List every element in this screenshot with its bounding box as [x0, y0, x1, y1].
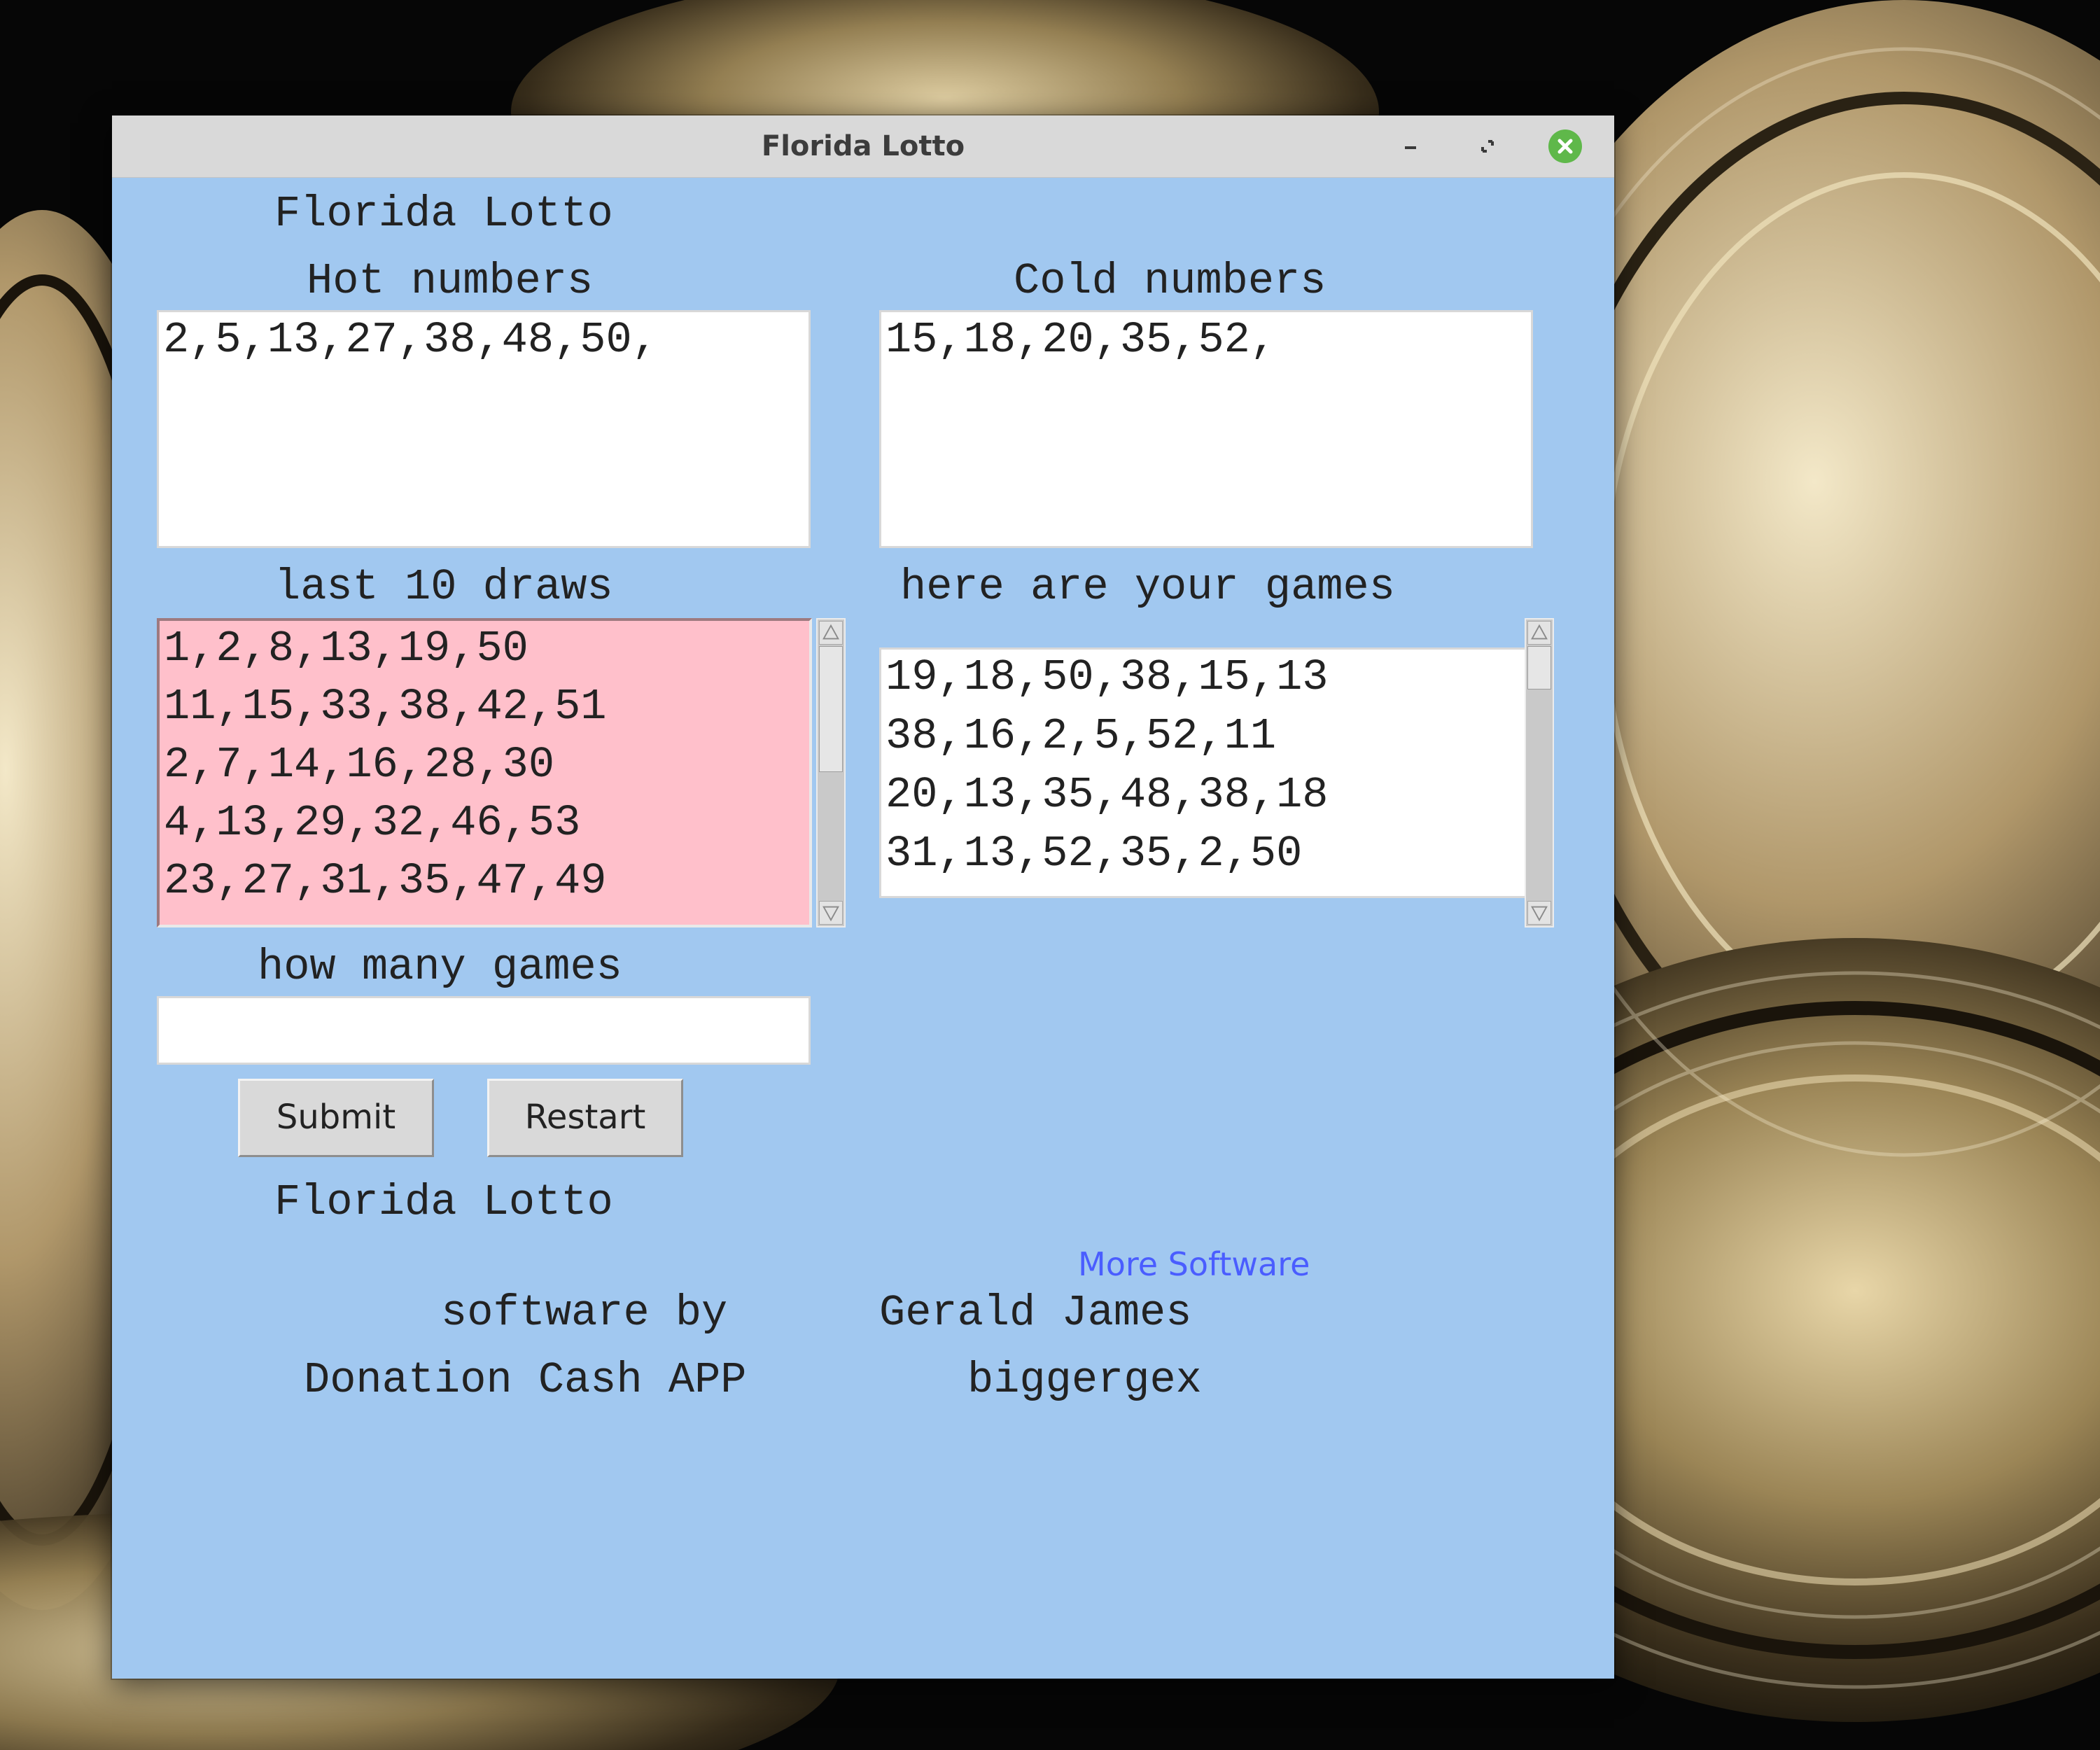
your-games-list[interactable]: 19,18,50,38,15,13 38,16,2,5,52,11 20,13,…	[879, 648, 1537, 898]
scroll-up-icon[interactable]	[1527, 621, 1551, 645]
title-bar[interactable]: Florida Lotto	[112, 115, 1614, 178]
scroll-down-icon[interactable]	[819, 901, 843, 925]
list-item: 23,27,31,35,47,49	[164, 856, 607, 906]
window-title: Florida Lotto	[761, 130, 965, 162]
your-games-label: here are your games	[900, 562, 1395, 612]
hot-numbers-value: 2,5,13,27,38,48,50,	[163, 315, 658, 365]
submit-button[interactable]: Submit	[238, 1079, 434, 1157]
app-heading: Florida Lotto	[274, 189, 613, 239]
list-item: 11,15,33,38,42,51	[164, 682, 607, 732]
how-many-games-label: how many games	[258, 942, 622, 992]
footer-title: Florida Lotto	[274, 1177, 613, 1227]
credit-name: Gerald James	[879, 1288, 1192, 1338]
scroll-down-icon[interactable]	[1527, 901, 1551, 925]
list-item: 19,18,50,38,15,13	[886, 652, 1329, 702]
minimize-icon[interactable]	[1393, 129, 1428, 164]
close-icon[interactable]	[1548, 129, 1583, 164]
credit-prefix: software by	[441, 1288, 728, 1338]
scroll-up-icon[interactable]	[819, 621, 843, 645]
list-item: 4,13,29,32,46,53	[164, 798, 581, 848]
donation-prefix: Donation Cash APP	[304, 1355, 747, 1405]
draws-scrollbar[interactable]	[816, 618, 846, 927]
games-scrollbar[interactable]	[1525, 618, 1554, 927]
last-draws-label: last 10 draws	[274, 562, 613, 612]
list-item: 38,16,2,5,52,11	[886, 711, 1277, 761]
app-window: Florida Lotto Florida Lotto Hot numbers …	[112, 115, 1614, 1679]
window-content: Florida Lotto Hot numbers Cold numbers 2…	[112, 177, 1614, 1679]
cold-numbers-value: 15,18,20,35,52,	[886, 315, 1277, 365]
games-scroll-thumb[interactable]	[1527, 646, 1551, 690]
last-draws-list[interactable]: 1,2,8,13,19,50 11,15,33,38,42,51 2,7,14,…	[157, 618, 812, 927]
restart-button[interactable]: Restart	[487, 1079, 683, 1157]
list-item: 20,13,35,48,38,18	[886, 770, 1329, 820]
list-item: 31,13,52,35,2,50	[886, 829, 1303, 878]
restore-icon[interactable]	[1470, 129, 1505, 164]
cold-numbers-box[interactable]: 15,18,20,35,52,	[879, 310, 1533, 548]
donation-handle: biggergex	[967, 1355, 1202, 1405]
cold-numbers-label: Cold numbers	[1014, 256, 1326, 306]
hot-numbers-box[interactable]: 2,5,13,27,38,48,50,	[157, 310, 811, 548]
hot-numbers-label: Hot numbers	[307, 256, 594, 306]
draws-scroll-thumb[interactable]	[819, 646, 843, 772]
list-item: 1,2,8,13,19,50	[164, 624, 528, 673]
list-item: 2,7,14,16,28,30	[164, 740, 555, 790]
how-many-games-input[interactable]	[157, 996, 811, 1065]
more-software-link[interactable]: More Software	[1078, 1248, 1310, 1280]
